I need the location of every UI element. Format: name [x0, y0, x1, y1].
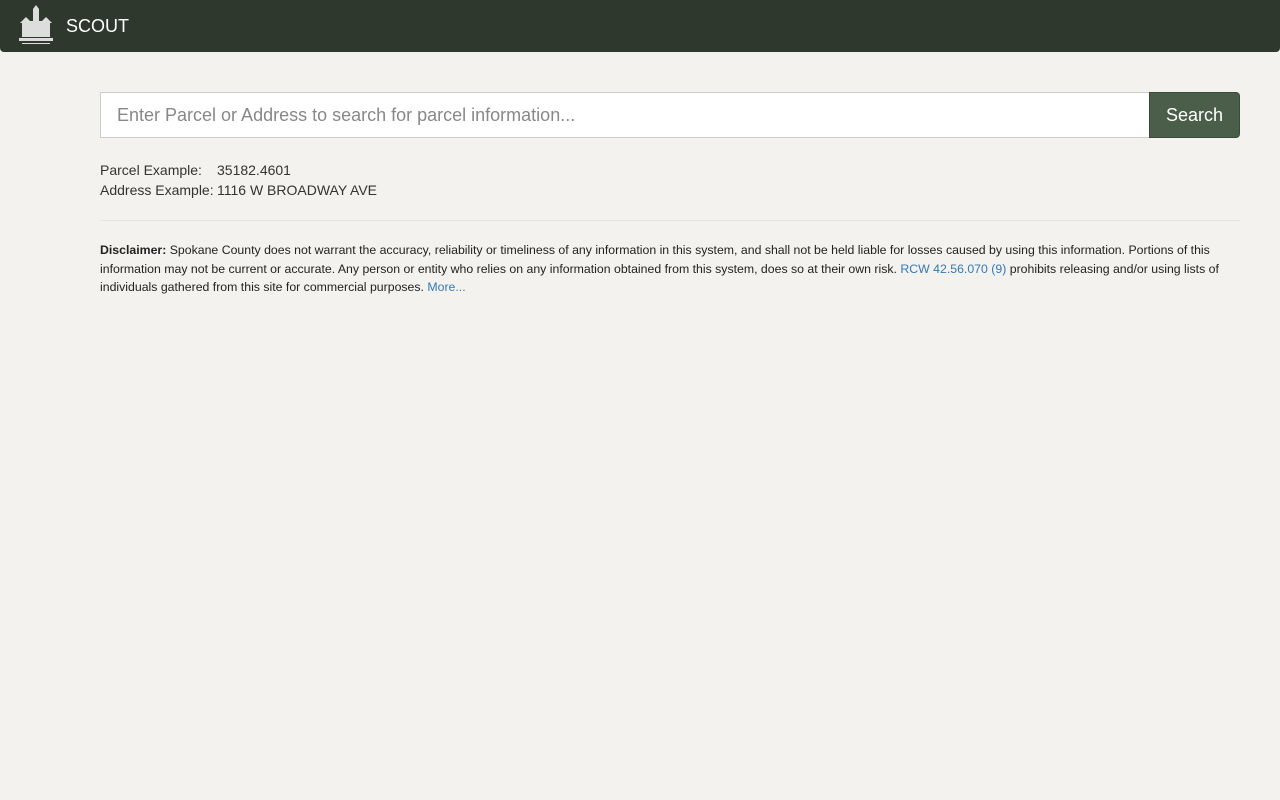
- navbar: SCOUT: [0, 0, 1280, 52]
- search-bar: Search: [100, 92, 1240, 138]
- app-title[interactable]: SCOUT: [66, 16, 129, 37]
- search-input[interactable]: [100, 92, 1149, 138]
- spokane-county-logo[interactable]: [16, 5, 56, 47]
- search-button[interactable]: Search: [1149, 92, 1240, 138]
- more-link[interactable]: More...: [427, 280, 465, 294]
- parcel-example-value: 35182.4601: [217, 162, 291, 178]
- address-example-value: 1116 W BROADWAY AVE: [217, 182, 378, 198]
- rcw-link[interactable]: RCW 42.56.070 (9): [900, 262, 1006, 276]
- divider: [100, 220, 1240, 221]
- parcel-example-label: Parcel Example:: [100, 162, 202, 178]
- address-example-label: Address Example:: [100, 182, 214, 198]
- parcel-example: Parcel Example: 35182.4601: [100, 160, 1240, 180]
- disclaimer: Disclaimer: Spokane County does not warr…: [100, 241, 1240, 297]
- disclaimer-label: Disclaimer:: [100, 243, 167, 257]
- address-example: Address Example: 1116 W BROADWAY AVE: [100, 180, 1240, 200]
